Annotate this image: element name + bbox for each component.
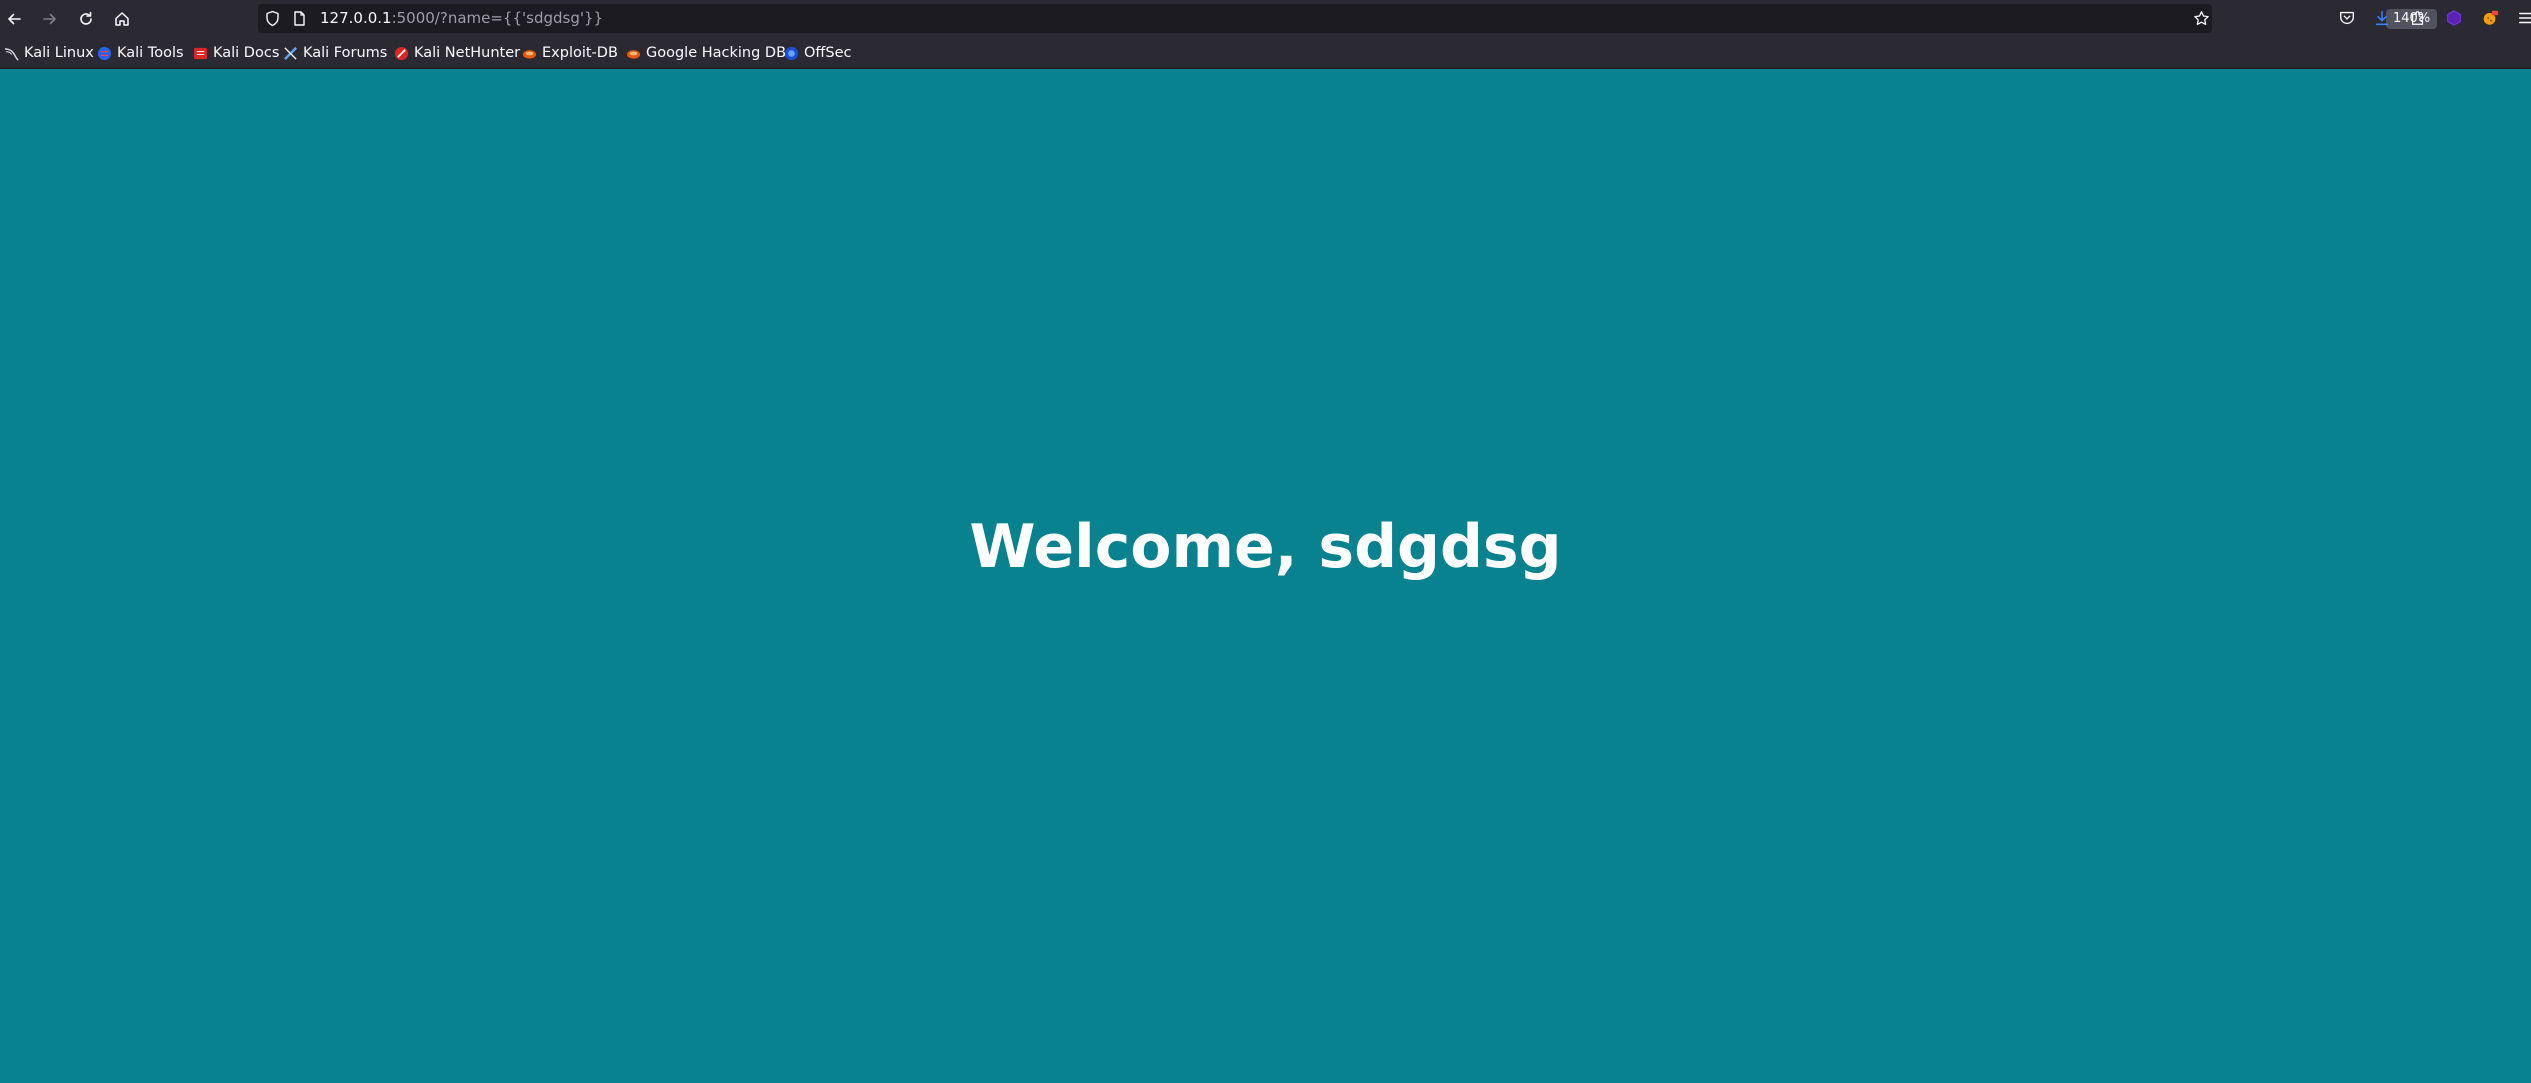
kali-tools-icon xyxy=(97,46,112,60)
shield-icon[interactable] xyxy=(264,10,281,27)
bookmark-label: Kali NetHunter xyxy=(414,45,521,61)
pocket-icon xyxy=(2340,11,2354,25)
bookmark-label: Kali Linux xyxy=(24,45,94,61)
puzzle-icon xyxy=(2411,11,2424,25)
bookmark-kali-linux[interactable]: Kali Linux xyxy=(4,37,94,69)
bookmark-exploit-db[interactable]: Exploit-DB xyxy=(522,37,618,69)
exploit-db-icon xyxy=(522,49,537,59)
bookmark-offsec[interactable]: OffSec xyxy=(784,37,852,69)
forward-arrow-icon xyxy=(43,13,56,25)
bookmark-kali-docs[interactable]: Kali Docs xyxy=(193,37,279,69)
bookmark-label: Kali Forums xyxy=(303,45,388,61)
bookmark-kali-forums[interactable]: Kali Forums xyxy=(283,37,387,69)
bookmark-kali-tools[interactable]: Kali Tools xyxy=(97,37,184,69)
kali-forums-icon xyxy=(284,46,297,60)
back-arrow-icon xyxy=(8,13,21,25)
pocket-button[interactable] xyxy=(2337,8,2357,28)
welcome-heading: Welcome, sdgdsg xyxy=(969,512,1562,582)
bookmark-label: Google Hacking DB xyxy=(646,45,787,61)
extensions-button[interactable] xyxy=(2408,8,2428,28)
hamburger-menu-icon xyxy=(2518,12,2531,24)
bookmark-label: Kali Tools xyxy=(117,45,184,61)
back-button[interactable] xyxy=(0,2,31,36)
bookmark-google-hacking-db[interactable]: Google Hacking DB xyxy=(626,37,786,69)
home-icon xyxy=(115,12,129,26)
url-path: :5000/?name={{'sdgdsg'}} xyxy=(391,9,604,27)
home-button[interactable] xyxy=(105,2,139,36)
app-menu-button[interactable] xyxy=(2516,8,2531,28)
page-icon[interactable] xyxy=(291,10,308,27)
forward-button[interactable] xyxy=(33,2,67,36)
page-content: Welcome, sdgdsg xyxy=(0,70,2531,1083)
bookmark-label: OffSec xyxy=(804,45,852,61)
url-bar[interactable]: 127.0.0.1:5000/?name={{'sdgdsg'}} 140% xyxy=(258,4,2438,33)
reload-icon xyxy=(80,11,92,25)
bookmark-kali-nethunter[interactable]: Kali NetHunter xyxy=(394,37,520,69)
offsec-icon xyxy=(784,46,799,60)
bookmark-label: Kali Docs xyxy=(213,45,280,61)
download-icon xyxy=(2375,10,2389,26)
cookie-icon xyxy=(2483,10,2499,25)
bookmarks-toolbar: Kali Linux Kali Tools Kali Docs Kali For… xyxy=(0,37,2531,69)
url-text[interactable]: 127.0.0.1:5000/?name={{'sdgdsg'}} xyxy=(320,4,603,33)
bookmark-label: Exploit-DB xyxy=(542,45,618,61)
purple-cube-icon xyxy=(2447,10,2461,26)
downloads-button[interactable] xyxy=(2372,8,2392,28)
extension-purple-button[interactable] xyxy=(2444,8,2464,28)
reload-button[interactable] xyxy=(69,2,103,36)
extension-cookie-button[interactable] xyxy=(2480,8,2500,28)
url-host: 127.0.0.1 xyxy=(320,9,392,27)
ghdb-icon xyxy=(626,49,641,59)
kali-docs-icon xyxy=(193,47,208,59)
kali-dragon-icon xyxy=(4,47,19,61)
bookmark-star-icon[interactable] xyxy=(2193,10,2210,27)
nethunter-icon xyxy=(394,46,409,60)
browser-toolbar: 127.0.0.1:5000/?name={{'sdgdsg'}} 140% xyxy=(0,0,2531,37)
